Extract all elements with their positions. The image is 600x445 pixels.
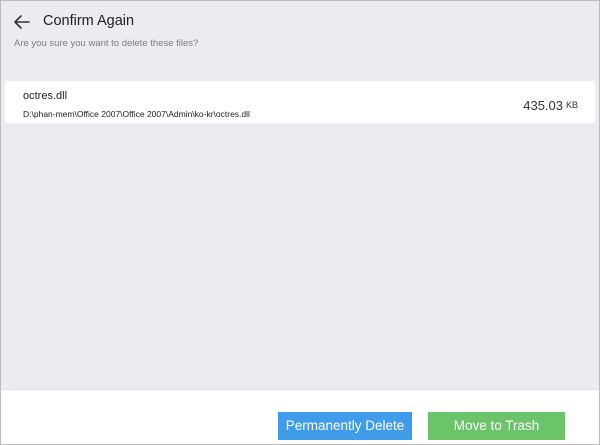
file-list-item[interactable]: octres.dll D:\phan-mem\Office 2007\Offic…: [5, 81, 595, 123]
file-name: octres.dll: [23, 90, 68, 102]
dialog-footer: Permanently Delete Move to Trash: [1, 389, 599, 444]
back-button[interactable]: [11, 11, 33, 33]
back-arrow-icon: [14, 15, 30, 29]
permanently-delete-button[interactable]: Permanently Delete: [278, 412, 412, 440]
dialog-subtitle: Are you sure you want to delete these fi…: [14, 38, 199, 49]
move-to-trash-button[interactable]: Move to Trash: [428, 412, 565, 440]
dialog-title: Confirm Again: [43, 13, 135, 29]
file-size-unit: KB: [565, 100, 578, 110]
dialog-header: Confirm Again Are you sure you want to d…: [1, 1, 599, 65]
file-path: D:\phan-mem\Office 2007\Office 2007\Admi…: [23, 109, 250, 119]
confirm-dialog: Confirm Again Are you sure you want to d…: [0, 0, 600, 445]
file-size: 435.03: [523, 98, 563, 113]
